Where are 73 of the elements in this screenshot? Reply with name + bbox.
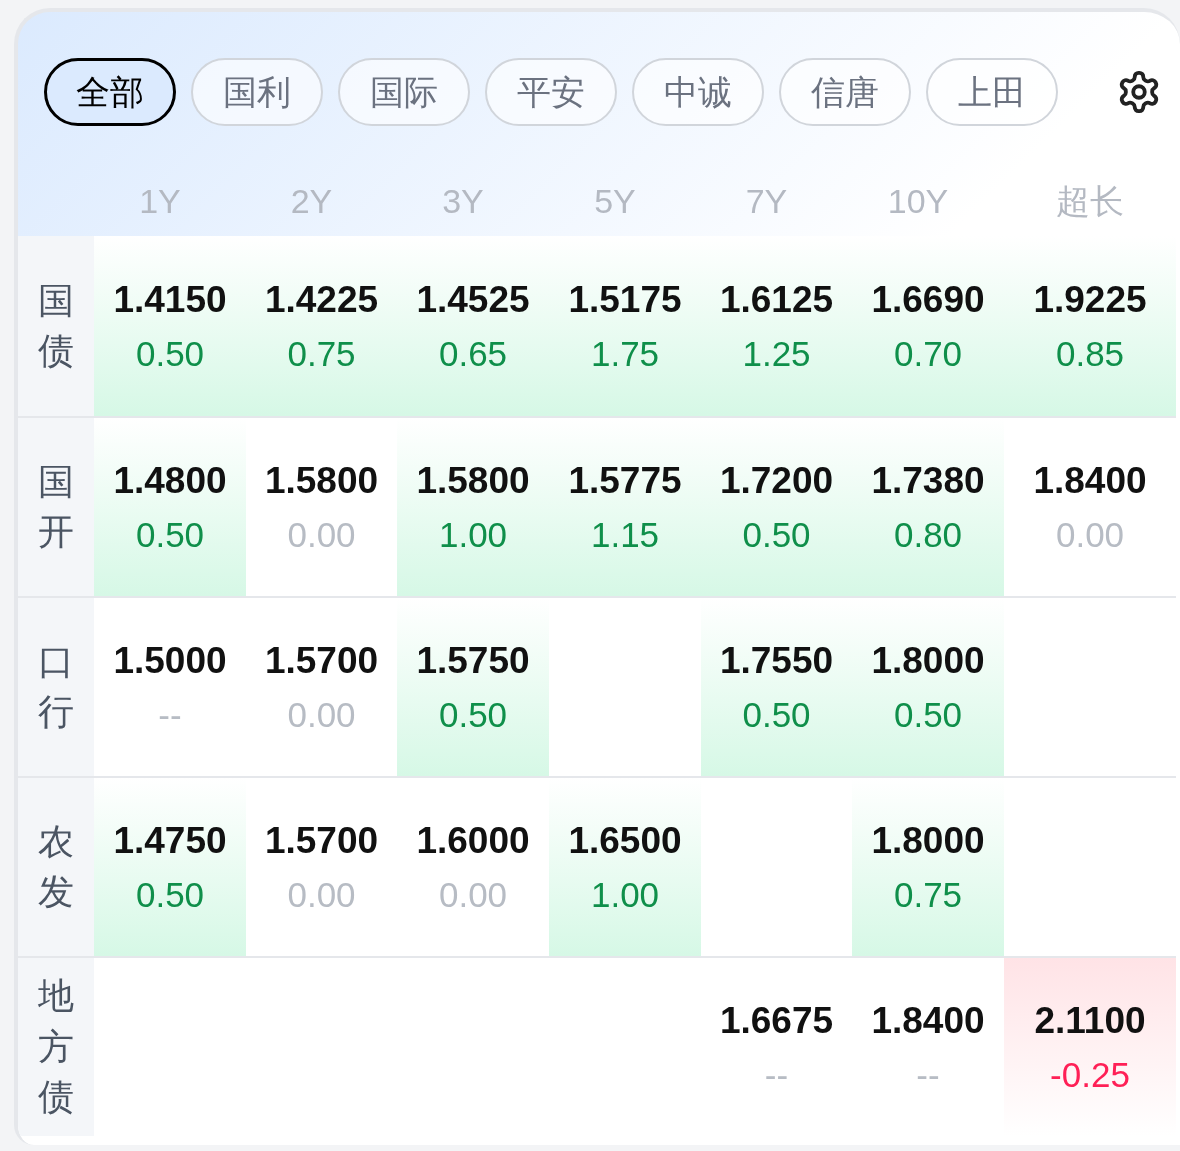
change-value: 0.75: [893, 873, 963, 916]
row-label: 国开: [38, 459, 74, 554]
yield-value: 1.4225: [264, 278, 379, 322]
yield-value: 1.8000: [871, 819, 985, 863]
yield-value: 1.7380: [871, 459, 985, 503]
filter-tab[interactable]: 国利: [191, 58, 323, 126]
change-value: --: [158, 693, 182, 736]
filter-tab[interactable]: 全部: [44, 58, 176, 126]
yield-value: 1.8000: [871, 639, 985, 683]
filter-tab[interactable]: 平安: [485, 58, 617, 126]
change-value: 0.00: [438, 873, 508, 916]
filter-tab[interactable]: 国际: [338, 58, 470, 126]
row-label: 国债: [38, 278, 74, 373]
yield-value: 1.6500: [568, 819, 682, 863]
yield-value: 1.5000: [113, 639, 227, 683]
yield-value: 1.6125: [719, 278, 834, 322]
change-value: 1.15: [590, 513, 660, 556]
yield-value: 1.5700: [264, 819, 379, 863]
row-label: 农发: [38, 819, 74, 914]
change-value: 0.50: [742, 693, 811, 736]
column-header: 2Y: [290, 180, 334, 222]
yield-value: 1.5700: [264, 639, 379, 683]
change-value: 0.00: [287, 873, 356, 916]
yield-value: 1.5800: [416, 459, 530, 503]
change-value: 1.00: [438, 513, 508, 556]
yield-value: 1.5800: [264, 459, 379, 503]
column-header: 1Y: [139, 180, 182, 222]
yield-value: 1.4150: [113, 278, 227, 322]
change-value: 1.75: [590, 332, 660, 375]
change-value: 0.50: [742, 513, 811, 556]
yield-value: 1.5175: [568, 278, 682, 322]
change-value: 0.50: [135, 513, 205, 556]
change-value: 0.50: [893, 693, 963, 736]
row-label: 口行: [38, 639, 74, 734]
column-header: 5Y: [594, 180, 637, 222]
change-value: 0.50: [135, 873, 205, 916]
change-value: 0.75: [287, 332, 356, 375]
yield-value: 1.6675: [719, 999, 834, 1043]
yield-value: 1.6000: [416, 819, 530, 863]
change-value: --: [764, 1053, 789, 1096]
change-value: 0.00: [287, 513, 356, 556]
change-value: 0.00: [1055, 513, 1125, 556]
change-value: -0.25: [1050, 1053, 1130, 1096]
yield-value: 1.4525: [416, 278, 530, 322]
yield-value: 1.7550: [719, 639, 834, 683]
change-value: 0.00: [287, 693, 356, 736]
change-value: 0.65: [438, 332, 508, 375]
column-header: 10Y: [887, 180, 950, 222]
yield-value: 1.8400: [1033, 459, 1147, 503]
change-value: 0.70: [893, 332, 963, 375]
change-value: 0.85: [1055, 332, 1125, 375]
yield-value: 1.4800: [113, 459, 227, 503]
filter-tab[interactable]: 上田: [926, 58, 1058, 126]
change-value: 0.80: [893, 513, 963, 556]
yield-value: 1.7200: [719, 459, 834, 503]
yield-value: 2.1100: [1034, 999, 1146, 1043]
column-header: 超长: [1056, 180, 1124, 222]
row-label: 地方债: [38, 974, 74, 1120]
yield-value: 1.5750: [416, 639, 530, 683]
column-header: 7Y: [745, 180, 789, 222]
yield-value: 1.8400: [871, 999, 985, 1043]
filter-tab[interactable]: 中诚: [632, 58, 764, 126]
change-value: 1.25: [742, 332, 811, 375]
change-value: 0.50: [135, 332, 205, 375]
yield-value: 1.9225: [1033, 278, 1147, 322]
yield-value: 1.4750: [113, 819, 227, 863]
yield-value: 1.5775: [568, 459, 682, 503]
change-value: 0.50: [438, 693, 508, 736]
yield-value: 1.6690: [871, 278, 985, 322]
change-value: 1.00: [590, 873, 660, 916]
filter-tab[interactable]: 信唐: [779, 58, 911, 126]
column-header: 3Y: [442, 180, 485, 222]
change-value: --: [916, 1053, 940, 1096]
